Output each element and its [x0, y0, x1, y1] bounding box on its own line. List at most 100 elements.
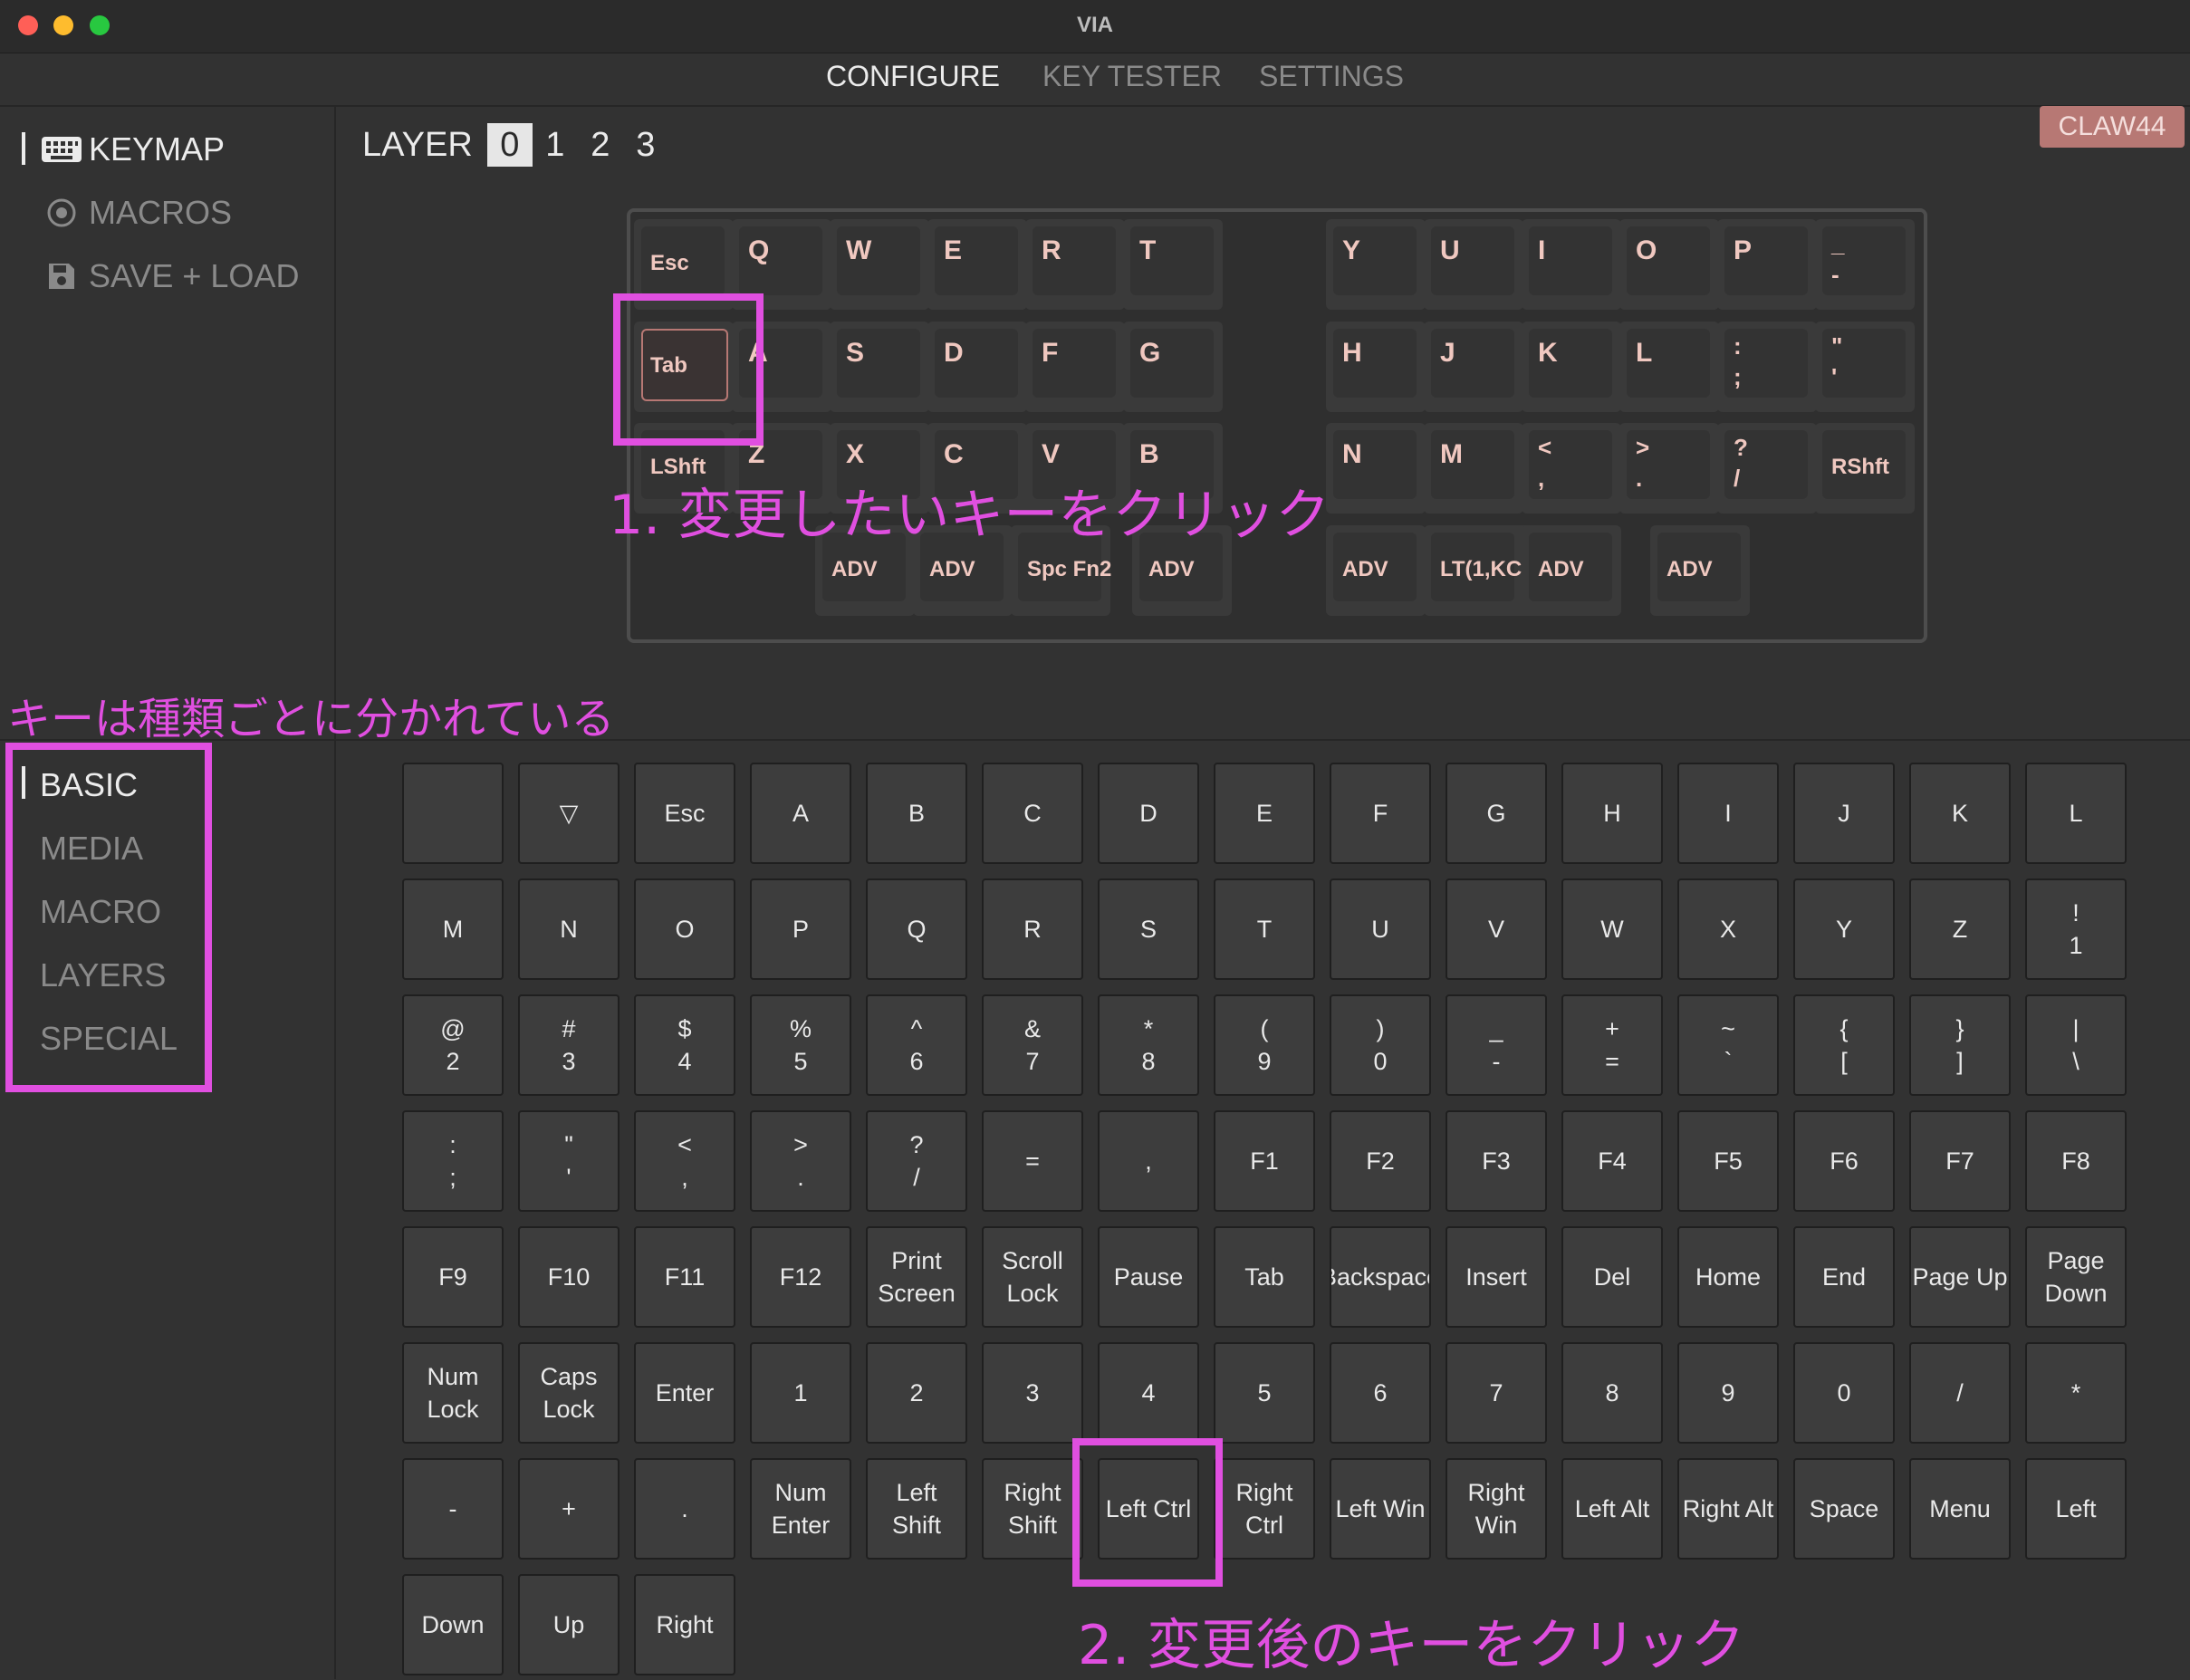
picker-key[interactable]: Backspace: [1330, 1226, 1431, 1328]
picker-key[interactable]: 6: [1330, 1342, 1431, 1444]
picker-key[interactable]: 5: [1214, 1342, 1315, 1444]
picker-key[interactable]: W: [1561, 878, 1663, 980]
picker-key[interactable]: Y: [1793, 878, 1895, 980]
picker-key[interactable]: % 5: [750, 994, 851, 1096]
picker-key[interactable]: Print Screen: [866, 1226, 967, 1328]
keymap-key[interactable]: D: [927, 322, 1027, 412]
keymap-key[interactable]: R: [1025, 219, 1125, 310]
picker-key[interactable]: *: [2025, 1342, 2127, 1444]
keymap-key[interactable]: E: [927, 219, 1027, 310]
keymap-key[interactable]: T: [1123, 219, 1223, 310]
picker-key[interactable]: 9: [1677, 1342, 1779, 1444]
picker-key[interactable]: -: [402, 1458, 504, 1560]
picker-key[interactable]: F6: [1793, 1110, 1895, 1212]
picker-key[interactable]: ) 0: [1330, 994, 1431, 1096]
tab-key-tester[interactable]: KEY TESTER: [1042, 60, 1222, 93]
picker-key[interactable]: B: [866, 763, 967, 864]
picker-key[interactable]: 1: [750, 1342, 851, 1444]
keymap-key[interactable]: : ;: [1717, 322, 1817, 412]
picker-key[interactable]: Left: [2025, 1458, 2127, 1560]
picker-key[interactable]: I: [1677, 763, 1779, 864]
picker-key[interactable]: F8: [2025, 1110, 2127, 1212]
picker-key[interactable]: " ': [518, 1110, 620, 1212]
picker-key[interactable]: $ 4: [634, 994, 735, 1096]
keymap-key[interactable]: W: [830, 219, 929, 310]
picker-key[interactable]: 7: [1446, 1342, 1547, 1444]
keymap-key[interactable]: < ,: [1522, 423, 1621, 514]
keymap-key[interactable]: L: [1619, 322, 1719, 412]
picker-key[interactable]: .: [634, 1458, 735, 1560]
picker-key[interactable]: Left Alt: [1561, 1458, 1663, 1560]
picker-key[interactable]: Page Down: [2025, 1226, 2127, 1328]
picker-key[interactable]: Right Ctrl: [1214, 1458, 1315, 1560]
picker-key[interactable]: N: [518, 878, 620, 980]
keymap-key[interactable]: H: [1326, 322, 1426, 412]
picker-key[interactable]: 3: [982, 1342, 1083, 1444]
picker-key[interactable]: _ -: [1446, 994, 1547, 1096]
picker-key[interactable]: Enter: [634, 1342, 735, 1444]
picker-key[interactable]: Left Win: [1330, 1458, 1431, 1560]
picker-key[interactable]: { [: [1793, 994, 1895, 1096]
keymap-key[interactable]: ? /: [1717, 423, 1817, 514]
picker-key[interactable]: J: [1793, 763, 1895, 864]
picker-key[interactable]: F4: [1561, 1110, 1663, 1212]
keymap-key[interactable]: K: [1522, 322, 1621, 412]
picker-key[interactable]: Menu: [1909, 1458, 2011, 1560]
picker-key[interactable]: ? /: [866, 1110, 967, 1212]
picker-key[interactable]: ▽: [518, 763, 620, 864]
sidebar-item-macros[interactable]: MACROS: [40, 194, 232, 232]
picker-key[interactable]: Right Shift: [982, 1458, 1083, 1560]
picker-key[interactable]: ^ 6: [866, 994, 967, 1096]
picker-key[interactable]: F: [1330, 763, 1431, 864]
keymap-key[interactable]: ADV: [1522, 525, 1621, 616]
keymap-key[interactable]: J: [1424, 322, 1523, 412]
keymap-key[interactable]: " ': [1815, 322, 1915, 412]
keymap-key[interactable]: _ -: [1815, 219, 1915, 310]
picker-key[interactable]: F10: [518, 1226, 620, 1328]
picker-key[interactable]: C: [982, 763, 1083, 864]
picker-key[interactable]: Q: [866, 878, 967, 980]
picker-key[interactable]: > .: [750, 1110, 851, 1212]
keymap-key[interactable]: > .: [1619, 423, 1719, 514]
keymap-key[interactable]: I: [1522, 219, 1621, 310]
picker-key[interactable]: End: [1793, 1226, 1895, 1328]
picker-key[interactable]: Page Up: [1909, 1226, 2011, 1328]
picker-key[interactable]: + =: [1561, 994, 1663, 1096]
picker-key[interactable]: U: [1330, 878, 1431, 980]
picker-key[interactable]: Num Lock: [402, 1342, 504, 1444]
picker-key[interactable]: Space: [1793, 1458, 1895, 1560]
picker-key[interactable]: F12: [750, 1226, 851, 1328]
picker-key[interactable]: ! 1: [2025, 878, 2127, 980]
keymap-key[interactable]: G: [1123, 322, 1223, 412]
picker-key[interactable]: Down: [402, 1574, 504, 1675]
picker-key[interactable]: E: [1214, 763, 1315, 864]
picker-key[interactable]: ,: [1098, 1110, 1199, 1212]
picker-key[interactable]: O: [634, 878, 735, 980]
picker-key[interactable]: 0: [1793, 1342, 1895, 1444]
picker-key[interactable]: F11: [634, 1226, 735, 1328]
keymap-key[interactable]: ADV: [1650, 525, 1750, 616]
picker-key[interactable]: V: [1446, 878, 1547, 980]
picker-key[interactable]: Home: [1677, 1226, 1779, 1328]
layer-button-2[interactable]: 2: [578, 123, 623, 167]
picker-key[interactable]: # 3: [518, 994, 620, 1096]
keymap-key[interactable]: ADV: [1326, 525, 1426, 616]
picker-key[interactable]: Right Alt: [1677, 1458, 1779, 1560]
picker-key[interactable]: Insert: [1446, 1226, 1547, 1328]
picker-key[interactable]: Num Enter: [750, 1458, 851, 1560]
keymap-key[interactable]: N: [1326, 423, 1426, 514]
keymap-key[interactable]: O: [1619, 219, 1719, 310]
picker-key[interactable]: F3: [1446, 1110, 1547, 1212]
picker-key[interactable]: F1: [1214, 1110, 1315, 1212]
picker-key[interactable]: F7: [1909, 1110, 2011, 1212]
picker-key[interactable]: G: [1446, 763, 1547, 864]
picker-key[interactable]: } ]: [1909, 994, 2011, 1096]
picker-key[interactable]: ( 9: [1214, 994, 1315, 1096]
keymap-key[interactable]: RShft: [1815, 423, 1915, 514]
picker-key[interactable]: 2: [866, 1342, 967, 1444]
picker-key[interactable]: Del: [1561, 1226, 1663, 1328]
keymap-key[interactable]: Y: [1326, 219, 1426, 310]
keymap-key[interactable]: M: [1424, 423, 1523, 514]
picker-key[interactable]: R: [982, 878, 1083, 980]
picker-key[interactable]: [402, 763, 504, 864]
